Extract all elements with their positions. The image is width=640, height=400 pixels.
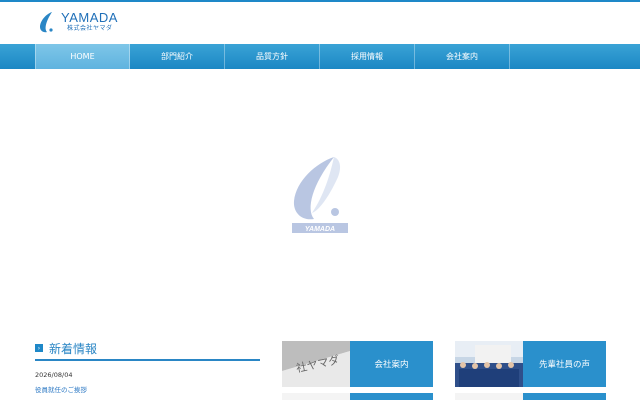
logo-name: YAMADA — [61, 10, 118, 25]
news-heading: 新着情報 — [49, 341, 98, 356]
hero-logo-text: YAMADA — [305, 226, 335, 233]
card-next-row-right[interactable] — [455, 393, 606, 400]
logo-subtitle: 株式会社ヤマダ — [67, 25, 113, 32]
nav-item-departments[interactable]: 部門紹介 — [130, 44, 225, 69]
card-label-blank — [350, 393, 433, 400]
news-divider — [35, 359, 260, 361]
card-senior-staff-voices[interactable]: 先輩社員の声 — [455, 341, 606, 387]
nav-item-home[interactable]: HOME — [35, 44, 130, 69]
news-item-date: 2026/08/04 — [35, 371, 73, 379]
site-logo[interactable]: YAMADA 株式会社ヤマダ — [38, 11, 118, 35]
news-item-link[interactable]: 役員就任のご挨拶 — [35, 384, 260, 394]
nav-item-recruitment[interactable]: 採用情報 — [320, 44, 415, 69]
card-label: 会社案内 — [350, 341, 433, 387]
site-header: YAMADA 株式会社ヤマダ — [0, 2, 640, 44]
card-next-row-left[interactable] — [282, 393, 433, 400]
nav-item-quality-policy[interactable]: 品質方針 — [225, 44, 320, 69]
card-photo — [282, 393, 350, 400]
card-company-info[interactable]: 社ヤマダ 会社案内 — [282, 341, 433, 387]
card-photo — [455, 393, 523, 400]
card-label: 先輩社員の声 — [523, 341, 606, 387]
card-label-blank — [523, 393, 606, 400]
chevron-right-icon: › — [35, 344, 43, 352]
hero-logo: YAMADA — [292, 157, 348, 233]
yamada-logo-icon — [40, 12, 53, 33]
news-section: › 新着情報 2026/08/04 役員就任のご挨拶 — [35, 338, 260, 400]
global-nav: HOME 部門紹介 品質方針 採用情報 会社案内 — [0, 44, 640, 69]
company-sign-photo: 社ヤマダ — [282, 341, 350, 387]
staff-group-photo — [455, 341, 523, 387]
nav-item-company-info[interactable]: 会社案内 — [415, 44, 510, 69]
